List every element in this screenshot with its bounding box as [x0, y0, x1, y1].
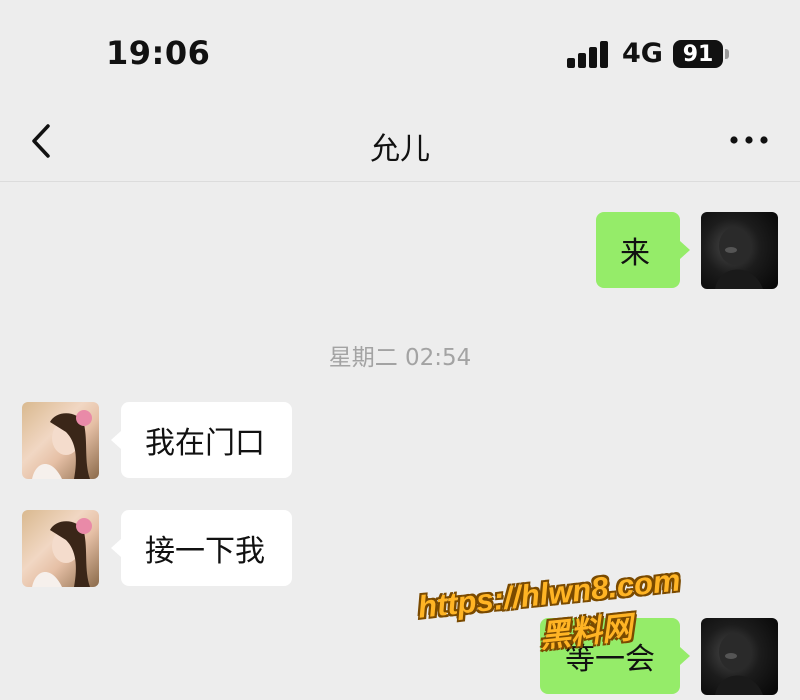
message-bubble-incoming[interactable]: 我在门口 — [121, 402, 292, 478]
message-text: 来 — [620, 236, 650, 271]
message-text: 接一下我 — [145, 534, 265, 569]
battery-icon: 91 — [673, 40, 723, 68]
message-text: 我在门口 — [145, 426, 265, 461]
avatar-contact[interactable] — [22, 402, 99, 479]
avatar-image — [32, 518, 92, 587]
avatar-self[interactable] — [701, 212, 778, 289]
timestamp-divider: 星期二 02:54 — [328, 345, 472, 371]
watermark-site-name: 黑料网 — [537, 609, 635, 655]
message-bubble-incoming[interactable]: 接一下我 — [121, 510, 292, 586]
battery-tip — [725, 49, 729, 59]
avatar-contact[interactable] — [22, 510, 99, 587]
more-button[interactable] — [722, 122, 776, 158]
chat-header: 允儿 — [0, 100, 800, 182]
avatar-image — [32, 410, 92, 479]
network-type: 4G — [622, 38, 663, 69]
bubble-tail — [680, 241, 690, 259]
avatar-image — [715, 227, 763, 289]
chat-title: 允儿 — [370, 132, 430, 167]
signal-icon — [567, 40, 611, 68]
bubble-tail — [111, 431, 121, 449]
watermark: https://hlwn8.com 黑料网 — [415, 545, 745, 688]
battery-level: 91 — [682, 41, 714, 67]
bubble-tail — [111, 539, 121, 557]
status-bar: 19:06 4G 91 — [0, 0, 800, 100]
more-horizontal-icon — [730, 136, 768, 144]
status-time: 19:06 — [106, 34, 211, 72]
message-bubble-outgoing[interactable]: 来 — [596, 212, 680, 288]
